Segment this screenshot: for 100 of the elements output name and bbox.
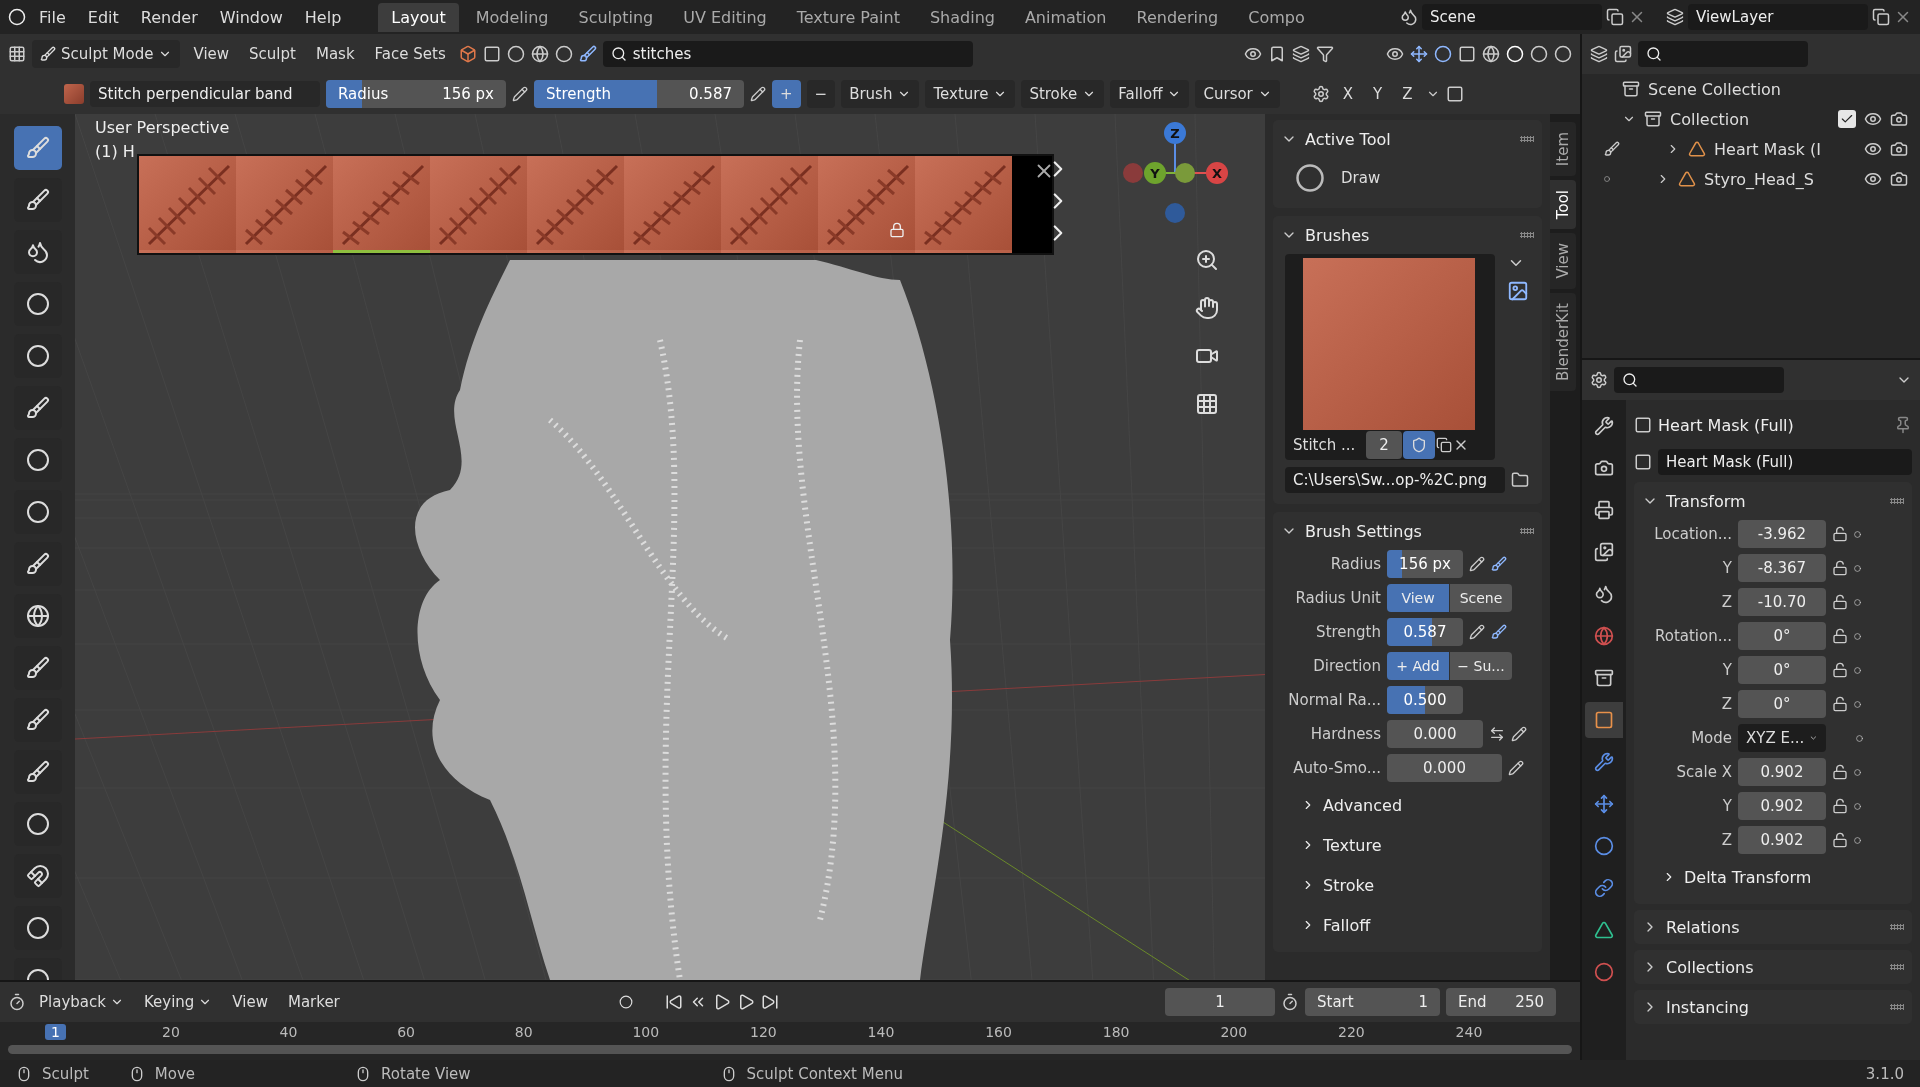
panel-title[interactable]: Active Tool <box>1305 129 1512 149</box>
menu-item[interactable]: File <box>30 3 75 31</box>
slider[interactable]: 0.587 <box>1387 618 1463 646</box>
workspace-tab[interactable]: Texture Paint <box>783 2 913 32</box>
setting-label: Direction <box>1312 657 1381 675</box>
panel-title[interactable]: Brush Settings <box>1305 521 1512 541</box>
number-field[interactable]: 0.000 <box>1387 754 1502 782</box>
subpanel-title[interactable]: Advanced <box>1323 795 1403 815</box>
toggle-option[interactable]: Scene <box>1450 584 1512 612</box>
outliner-item[interactable]: Scene Collection <box>1648 79 1908 99</box>
subpanel-title[interactable]: Delta Transform <box>1684 867 1812 887</box>
sidebar-tab[interactable]: Item <box>1550 122 1576 177</box>
slider[interactable]: Strength 0.587 <box>534 80 744 108</box>
brush-name-field[interactable]: Stitch perpendicular band <box>90 81 320 107</box>
search-field[interactable]: stitches <box>602 41 973 67</box>
toggle-option[interactable]: View <box>1387 584 1449 612</box>
end-frame-field[interactable]: End 250 <box>1446 988 1556 1016</box>
number-field[interactable]: 0.902 <box>1738 792 1826 820</box>
dropdown[interactable]: Texture <box>925 80 1016 108</box>
scene-field[interactable]: Scene <box>1422 4 1602 30</box>
dropdown[interactable]: Stroke <box>1021 80 1105 108</box>
dropdown[interactable]: Brush <box>841 80 920 108</box>
frame-number: 1 <box>45 1024 66 1040</box>
sidebar-tab[interactable]: Tool <box>1550 180 1576 230</box>
subpanel-title[interactable]: Falloff <box>1323 915 1371 935</box>
direction-button[interactable]: − <box>806 80 836 108</box>
frame-number: 40 <box>278 1024 299 1040</box>
dropdown[interactable]: Cursor <box>1195 80 1280 108</box>
toggle-option[interactable]: − Su... <box>1450 652 1512 680</box>
user-count[interactable]: 2 <box>1366 431 1402 459</box>
brush-name[interactable]: Stitch ... <box>1285 436 1365 454</box>
subpanel-title[interactable]: Texture <box>1323 835 1382 855</box>
panel-title[interactable]: Brushes <box>1305 225 1512 245</box>
frame-number: 100 <box>631 1024 661 1040</box>
workspace-tab[interactable]: Layout <box>378 2 459 32</box>
number-field[interactable]: 0° <box>1738 690 1826 718</box>
current-frame-field[interactable]: 1 <box>1165 988 1275 1016</box>
menu-item[interactable]: Render <box>131 3 207 31</box>
workspace-tab[interactable]: Animation <box>1011 2 1120 32</box>
menu-item[interactable]: View <box>186 40 237 68</box>
toggle-option[interactable]: + Add <box>1387 652 1449 680</box>
workspace-tab[interactable]: Compo <box>1235 2 1318 32</box>
workspace-tab[interactable]: Modeling <box>462 2 562 32</box>
property-label: Scale X <box>1675 763 1732 781</box>
axis-toggle[interactable]: Y <box>1366 80 1390 108</box>
setting-label: Radius <box>1329 555 1381 573</box>
outliner-item[interactable]: Heart Mask (I <box>1714 139 1856 159</box>
outliner-item[interactable]: Styro_Head_S <box>1704 169 1856 189</box>
object-name-field[interactable]: Heart Mask (Full) <box>1658 449 1912 475</box>
menu-item[interactable]: Window <box>210 3 292 31</box>
direction-button[interactable]: + <box>772 80 801 108</box>
setting-label: Hardness <box>1309 725 1381 743</box>
status-hint: Move <box>154 1064 196 1083</box>
view-layer-field[interactable]: ViewLayer <box>1688 4 1868 30</box>
axis-toggle[interactable]: Z <box>1395 80 1420 108</box>
number-field[interactable]: 0.902 <box>1738 826 1826 854</box>
menu-item[interactable]: Face Sets <box>367 40 453 68</box>
number-field[interactable]: 0.902 <box>1738 758 1826 786</box>
menu-item[interactable]: Mask <box>308 40 362 68</box>
frame-number: 120 <box>749 1024 778 1040</box>
menu-item[interactable]: Playback <box>32 988 131 1016</box>
file-path-field[interactable]: C:\Users\Sw...op-%2C.png <box>1285 467 1505 493</box>
subpanel-title[interactable]: Stroke <box>1323 875 1374 895</box>
number-field[interactable]: -8.367 <box>1738 554 1826 582</box>
frame-number: 240 <box>1454 1024 1484 1040</box>
menu-item[interactable]: Marker <box>280 988 347 1016</box>
number-field[interactable]: 0° <box>1738 622 1826 650</box>
outliner-item[interactable]: Collection <box>1670 109 1830 129</box>
number-field[interactable]: -3.962 <box>1738 520 1826 548</box>
dropdown[interactable]: Falloff <box>1110 80 1190 108</box>
version-label: 3.1.0 <box>1865 1064 1904 1083</box>
sidebar-tab[interactable]: BlenderKit <box>1550 292 1576 391</box>
menu-item[interactable]: View <box>225 988 275 1016</box>
setting-label: Normal Ra... <box>1287 691 1381 709</box>
axis-toggle[interactable]: X <box>1335 80 1361 108</box>
object-info: (1) H <box>95 141 136 163</box>
start-frame-field[interactable]: Start 1 <box>1305 988 1440 1016</box>
axis-gizmo-drawing: Z Y X <box>1105 118 1245 238</box>
mode-dropdown[interactable]: Sculpt Mode <box>32 40 181 68</box>
slider[interactable]: 0.500 <box>1387 686 1463 714</box>
property-label: Y <box>1721 559 1732 577</box>
sidebar-tab[interactable]: View <box>1550 233 1576 289</box>
workspace-tab[interactable]: Sculpting <box>565 2 667 32</box>
view-name: User Perspective <box>95 117 230 139</box>
menu-item[interactable]: Sculpt <box>242 40 303 68</box>
mode-dropdown[interactable]: XYZ E... <box>1738 724 1826 752</box>
property-label: Location... <box>1653 525 1732 543</box>
menu-item[interactable]: Help <box>295 3 351 31</box>
panel-title[interactable]: Transform <box>1666 491 1882 511</box>
number-field[interactable]: 0° <box>1738 656 1826 684</box>
menu-item[interactable]: Keying <box>136 988 220 1016</box>
status-hint: Sculpt <box>42 1064 89 1083</box>
frame-number: 60 <box>396 1024 416 1040</box>
number-field[interactable]: -10.70 <box>1738 588 1826 616</box>
workspace-tab[interactable]: UV Editing <box>670 2 780 32</box>
number-field[interactable]: 0.000 <box>1387 720 1483 748</box>
menu-item[interactable]: Edit <box>78 3 128 31</box>
frame-number: 220 <box>1337 1024 1366 1040</box>
workspace-tab[interactable]: Rendering <box>1123 2 1232 32</box>
workspace-tab[interactable]: Shading <box>916 2 1008 32</box>
